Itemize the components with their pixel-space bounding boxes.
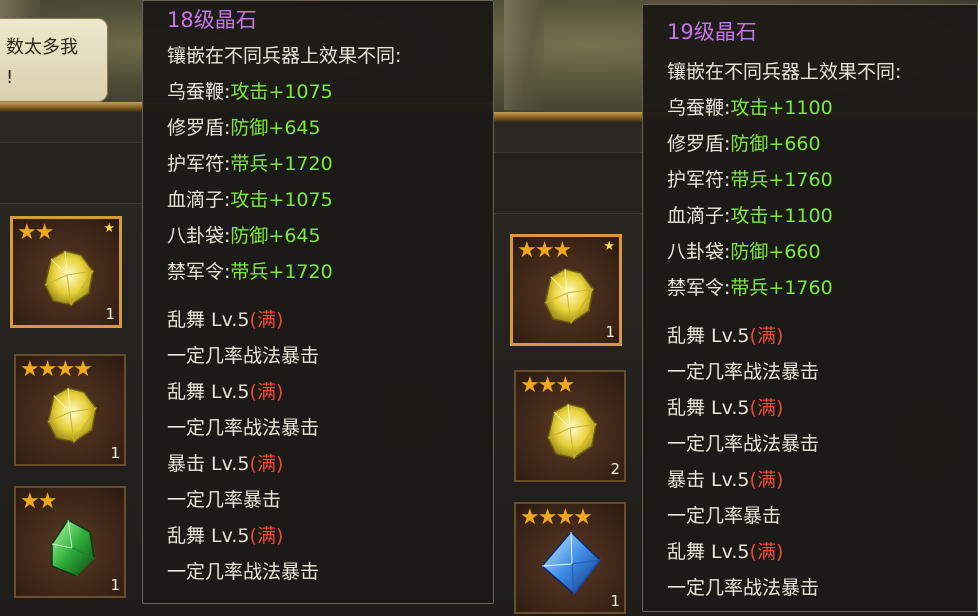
speech-bubble: 数太多我 !: [0, 18, 108, 102]
skill-line: 乱舞 Lv.5(满): [667, 325, 784, 347]
map-road: [504, 0, 544, 110]
skill-desc: 一定几率战法暴击: [667, 361, 820, 383]
yellow-crystal-icon: [547, 403, 598, 460]
tooltip-subtitle: 镶嵌在不同兵器上效果不同:: [167, 45, 402, 67]
blue-crystal-icon: [540, 530, 602, 596]
skill-desc: 一定几率战法暴击: [167, 561, 320, 583]
skill-line: 乱舞 Lv.5(满): [667, 397, 784, 419]
skill-desc: 一定几率战法暴击: [667, 433, 820, 455]
skill-line: 乱舞 Lv.5(满): [667, 541, 784, 563]
item-tooltip: 19级晶石 镶嵌在不同兵器上效果不同: 乌蚕鞭:攻击+1100 修罗盾:防御+6…: [642, 4, 978, 612]
star-badge-icon: ★: [603, 239, 615, 254]
right-panel: ★★★ ★ 1 ★★★ 2 ★★★★ 1 19级晶石 镶嵌在不同兵器上效果不同:…: [494, 0, 978, 616]
skill-desc: 一定几率暴击: [667, 505, 782, 527]
bonus-line: 乌蚕鞭:攻击+1100: [667, 97, 833, 119]
item-quantity: 2: [610, 460, 620, 478]
tooltip-subtitle: 镶嵌在不同兵器上效果不同:: [667, 61, 902, 83]
star-rating: ★★: [17, 220, 54, 245]
item-quantity: 1: [605, 323, 615, 341]
bonus-line: 乌蚕鞭:攻击+1075: [167, 81, 333, 103]
tooltip-title: 18级晶石: [167, 8, 257, 32]
skill-line: 暴击 Lv.5(满): [667, 469, 784, 491]
star-rating: ★★★: [520, 373, 575, 398]
item-tooltip: 18级晶石 镶嵌在不同兵器上效果不同: 乌蚕鞭:攻击+1075 修罗盾:防御+6…: [142, 0, 494, 604]
star-rating: ★★: [20, 489, 57, 514]
bonus-line: 八卦袋:防御+660: [667, 241, 821, 263]
item-quantity: 1: [610, 592, 620, 610]
bonus-line: 护军符:带兵+1720: [167, 153, 333, 175]
bonus-line: 修罗盾:防御+645: [167, 117, 321, 139]
speech-text-line2: !: [6, 67, 14, 88]
bonus-line: 血滴子:攻击+1100: [667, 205, 833, 227]
bonus-line: 禁军令:带兵+1720: [167, 261, 333, 283]
inventory-slot[interactable]: ★★ ★ 1: [10, 216, 122, 328]
skill-desc: 一定几率战法暴击: [667, 577, 820, 599]
inventory-slot[interactable]: ★★★ 2: [514, 370, 626, 482]
skill-line: 暴击 Lv.5(满): [167, 453, 284, 475]
bonus-line: 八卦袋:防御+645: [167, 225, 321, 247]
yellow-crystal-icon: [47, 387, 98, 444]
item-quantity: 1: [110, 444, 120, 462]
inventory-slot[interactable]: ★★★★ 1: [14, 354, 126, 466]
left-panel: 数太多我 ! ★★ ★ 1 ★★★★ 1 ★★ 1 18级晶石 镶嵌在不同兵器上…: [0, 0, 494, 616]
skill-desc: 一定几率战法暴击: [167, 345, 320, 367]
speech-text-line1: 数太多我: [6, 37, 78, 58]
bonus-line: 修罗盾:防御+660: [667, 133, 821, 155]
star-rating: ★★★: [517, 238, 572, 263]
inventory-slot[interactable]: ★★★ ★ 1: [510, 234, 622, 346]
skill-line: 乱舞 Lv.5(满): [167, 381, 284, 403]
yellow-crystal-icon: [544, 268, 595, 325]
bonus-line: 禁军令:带兵+1760: [667, 277, 833, 299]
skill-desc: 一定几率战法暴击: [167, 417, 320, 439]
item-quantity: 1: [110, 576, 120, 594]
item-quantity: 1: [105, 305, 115, 323]
bonus-line: 护军符:带兵+1760: [667, 169, 833, 191]
tooltip-title: 19级晶石: [667, 20, 757, 44]
bonus-line: 血滴子:攻击+1075: [167, 189, 333, 211]
inventory-slot[interactable]: ★★ 1: [14, 486, 126, 598]
skill-line: 乱舞 Lv.5(满): [167, 309, 284, 331]
star-badge-icon: ★: [103, 221, 115, 236]
skill-desc: 一定几率暴击: [167, 489, 282, 511]
star-rating: ★★★★: [520, 505, 593, 530]
skill-line: 乱舞 Lv.5(满): [167, 525, 284, 547]
green-crystal-icon: [51, 519, 95, 577]
inventory-slot[interactable]: ★★★★ 1: [514, 502, 626, 614]
star-rating: ★★★★: [20, 357, 93, 382]
yellow-crystal-icon: [44, 250, 95, 307]
